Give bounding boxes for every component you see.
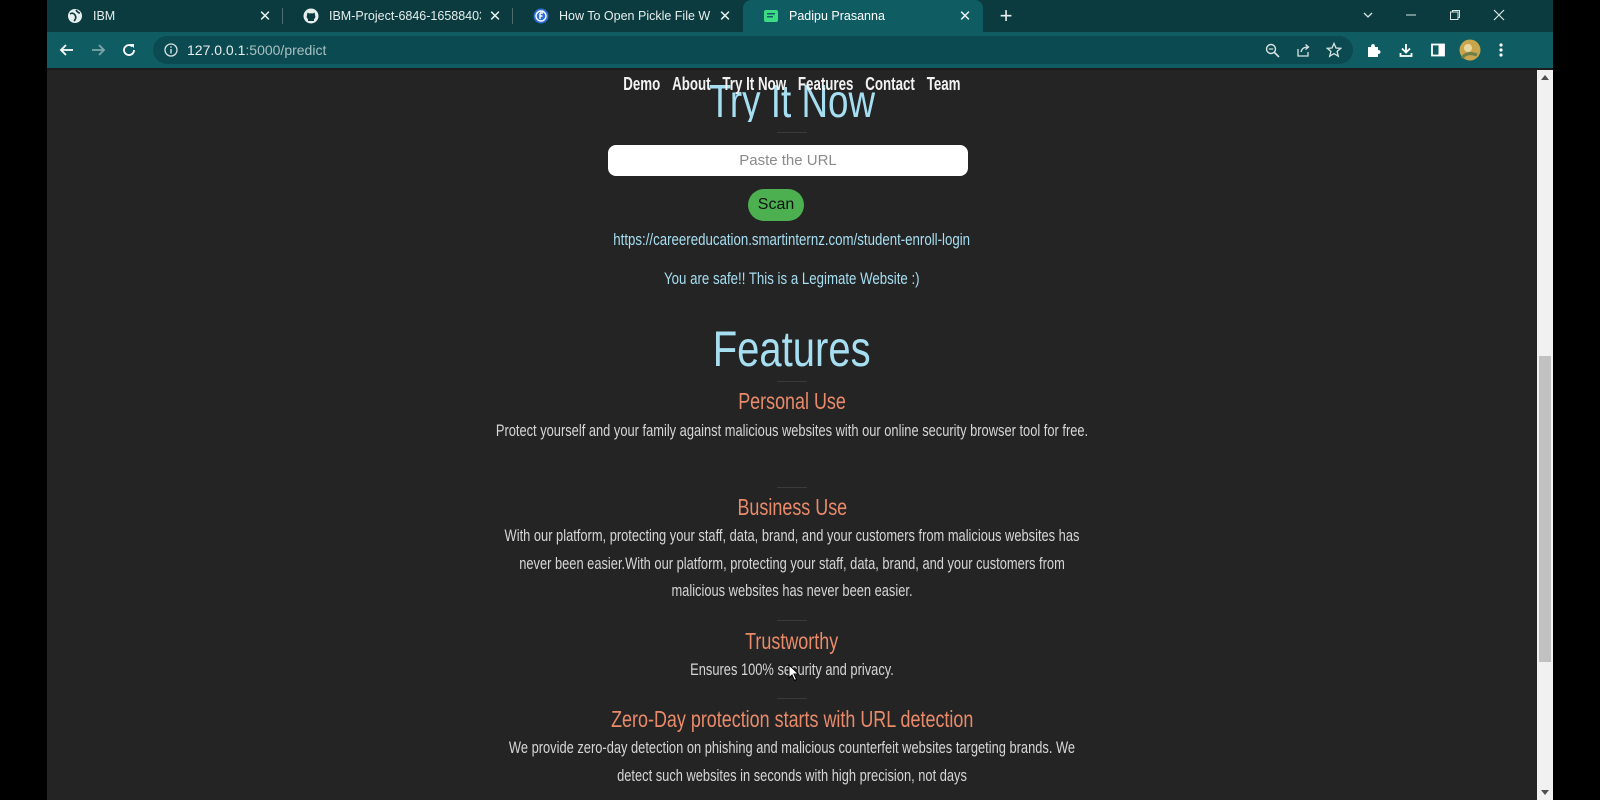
tab-title: IBM [93,9,116,23]
feature-title-zero-day: Zero-Day protection starts with URL dete… [47,706,1537,733]
browser-menu-icon[interactable] [1489,38,1513,62]
nav-demo[interactable]: Demo [623,74,660,95]
feature-text: We provide zero-day detection on phishin… [508,739,1076,785]
nav-about[interactable]: About [672,74,710,95]
scanned-url: https://careereducation.smartinternz.com… [47,230,1537,250]
site-nav: Demo About Try It Now Features Contact T… [47,74,1537,95]
scanned-url-text: https://careereducation.smartinternz.com… [613,230,971,249]
tab-title: How To Open Pickle File With Co [559,9,711,23]
zoom-icon[interactable] [1260,38,1284,62]
tab-title: Padipu Prasanna [789,9,885,23]
mouse-cursor-icon [788,663,800,687]
nav-features[interactable]: Features [798,74,854,95]
github-icon [303,8,319,24]
address-path: :5000/predict [245,42,327,58]
divider [777,620,807,621]
reload-icon[interactable] [117,38,141,62]
feature-title-text: Zero-Day protection starts with URL dete… [610,706,974,732]
tab-pickle-article[interactable]: How To Open Pickle File With Co ✕ [513,0,743,32]
url-input[interactable] [608,145,968,176]
feature-text-zero-day: We provide zero-day detection on phishin… [492,735,1092,790]
close-window-icon[interactable] [1477,0,1521,30]
divider [777,487,807,488]
address-host: 127.0.0.1 [187,42,246,58]
close-tab-icon[interactable]: ✕ [957,8,973,25]
download-icon[interactable] [1394,38,1418,62]
scan-button[interactable]: Scan [748,189,804,221]
close-tab-icon[interactable]: ✕ [257,8,273,25]
share-icon[interactable] [1291,38,1315,62]
close-tab-icon[interactable]: ✕ [717,8,733,25]
globe-icon [67,8,83,24]
new-tab-button[interactable]: + [994,3,1018,28]
extensions-icon[interactable] [1361,38,1385,62]
restore-icon[interactable] [1433,0,1477,30]
divider [777,698,807,699]
feature-text-business-use: With our platform, protecting your staff… [492,523,1092,606]
feature-title-trustworthy: Trustworthy [47,628,1537,655]
side-panel-icon[interactable] [1426,38,1450,62]
nav-try-it-now[interactable]: Try It Now [723,74,787,95]
browser-toolbar: 127.0.0.1:5000/predict [47,32,1553,68]
feature-title-text: Personal Use [738,388,846,414]
address-bar[interactable]: 127.0.0.1:5000/predict [153,36,1353,64]
tab-title: IBM-Project-6846-1658840356/A [329,9,481,23]
forward-icon[interactable] [86,38,110,62]
close-tab-icon[interactable]: ✕ [487,8,503,25]
site-icon [533,8,549,24]
tab-ibm[interactable]: IBM ✕ [47,0,283,32]
tab-search-icon[interactable] [1346,0,1390,30]
page-scrollbar[interactable] [1537,70,1553,800]
scrollbar-thumb[interactable] [1539,356,1551,662]
scroll-up-arrow-icon[interactable] [1537,70,1553,84]
tab-github-project[interactable]: IBM-Project-6846-1658840356/A ✕ [283,0,513,32]
feature-title-business-use: Business Use [47,494,1537,521]
page-viewport: Demo About Try It Now Features Contact T… [47,70,1537,800]
result-message-text: You are safe!! This is a Legimate Websit… [664,269,920,288]
browser-window: IBM ✕ IBM-Project-6846-1658840356/A ✕ Ho… [47,0,1553,800]
feature-text-personal-use: Protect yourself and your family against… [492,418,1092,446]
profile-avatar[interactable] [1458,38,1482,62]
feature-title-text: Trustworthy [745,628,839,654]
feature-text: Protect yourself and your family against… [495,422,1089,440]
feature-title-personal-use: Personal Use [47,388,1537,415]
tab-strip: IBM ✕ IBM-Project-6846-1658840356/A ✕ Ho… [47,0,1553,32]
back-icon[interactable] [55,38,79,62]
feature-text: With our platform, protecting your staff… [504,527,1080,600]
feature-title-text: Business Use [737,494,847,520]
site-info-icon[interactable] [163,42,179,58]
nav-contact[interactable]: Contact [865,74,915,95]
chat-icon [763,8,779,24]
minimize-icon[interactable] [1389,0,1433,30]
scroll-down-arrow-icon[interactable] [1537,786,1553,800]
tab-padipu-prasanna[interactable]: Padipu Prasanna ✕ [743,0,983,32]
result-message: You are safe!! This is a Legimate Websit… [47,269,1537,289]
features-heading: Features [47,320,1537,378]
address-url: 127.0.0.1:5000/predict [187,42,326,58]
bookmark-star-icon[interactable] [1322,38,1346,62]
nav-team[interactable]: Team [927,74,961,95]
divider [777,132,807,133]
features-heading-text: Features [713,321,871,377]
divider [777,381,807,382]
